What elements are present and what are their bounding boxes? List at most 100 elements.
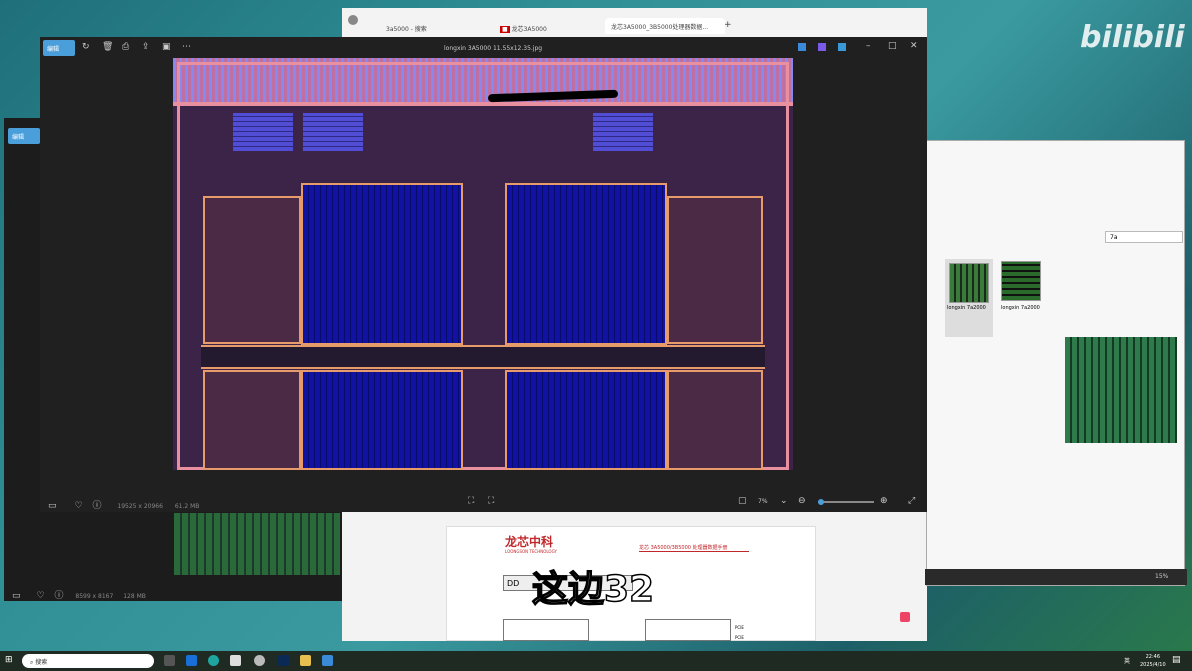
bilibili-watermark: bilibili: [1080, 20, 1185, 55]
l3-cache-block: [301, 370, 463, 470]
back-image: [174, 513, 340, 575]
info-icon[interactable]: ⓘ: [92, 498, 101, 511]
tab-pdf-active[interactable]: 龙芯3A5000_3B5000处理器数据...: [605, 18, 725, 34]
pcie-label: PCIE: [735, 625, 744, 630]
print-icon[interactable]: ⎙: [122, 42, 129, 52]
minimize-icon[interactable]: –: [866, 41, 871, 51]
file-item[interactable]: longxin 7a2000: [999, 259, 1047, 337]
video-subtitle: 这边32: [531, 568, 655, 611]
start-icon[interactable]: ⊞: [5, 655, 13, 665]
file-size: 128 MB: [123, 593, 146, 600]
new-tab-button[interactable]: +: [724, 20, 732, 30]
slideshow-icon[interactable]: ▣: [162, 42, 171, 52]
zoom-slider-thumb[interactable]: [818, 499, 824, 505]
preview-image: [1065, 337, 1177, 443]
core-left-top: [203, 196, 301, 344]
edit-label: 编辑: [47, 46, 60, 53]
search-placeholder: 搜索: [35, 659, 48, 666]
app-icon[interactable]: [798, 43, 806, 51]
file-item-selected[interactable]: longxin 7a2000: [945, 259, 993, 337]
l3-cache-block: [505, 370, 667, 470]
cache-block: [303, 113, 363, 151]
zoom-value[interactable]: 7%: [758, 498, 768, 505]
zoom-in-icon[interactable]: ⊕: [880, 496, 888, 506]
notification-icon[interactable]: ▤: [1172, 655, 1181, 665]
pcie-label: PCIE: [735, 635, 744, 640]
profile-icon[interactable]: [348, 15, 358, 25]
search-box[interactable]: 7a: [1105, 231, 1183, 243]
file-thumbnail: [1001, 261, 1041, 301]
l3-cache-block: [505, 183, 667, 345]
core-left-bottom: [203, 370, 301, 470]
app-icon[interactable]: [838, 43, 846, 51]
center-bus: [201, 345, 765, 369]
chip-die-image: [173, 58, 793, 470]
edit-label: 编辑: [12, 134, 25, 141]
close-icon[interactable]: ✕: [910, 41, 918, 51]
filmstrip-icon[interactable]: ▭: [48, 501, 57, 511]
tab-label: 3a5000 - 搜索: [386, 26, 427, 33]
actual-size-icon[interactable]: ⛶: [488, 496, 494, 506]
file-size: 61.2 MB: [174, 503, 200, 510]
store-icon[interactable]: [230, 655, 241, 666]
window-title: longxin 3A5000 11.55x12.35.jpg: [444, 45, 543, 52]
file-thumbnail: [949, 263, 989, 303]
loongson-logo: 龙芯中科: [505, 535, 554, 549]
explorer-zoom-bar: 15%: [925, 569, 1187, 585]
taskbar: ⊞ ⌕ 搜索 英 22:46 2025/4/10 ▤: [0, 651, 1192, 671]
filmstrip-icon[interactable]: ▭: [12, 591, 21, 601]
clock[interactable]: 22:46 2025/4/10: [1140, 653, 1166, 669]
outlook-icon[interactable]: [186, 655, 197, 666]
tab-label: 龙芯3A5000: [511, 26, 547, 33]
cache-block: [593, 113, 653, 151]
rotate-icon[interactable]: ↻: [82, 42, 90, 52]
app-icon[interactable]: [818, 43, 826, 51]
tab-search[interactable]: 3a5000 - 搜索: [380, 20, 500, 36]
tab-label: 龙芯3A5000_3B5000处理器数据...: [611, 24, 709, 31]
status-bar: ▭ ♡ ⓘ 19525 x 20966 61.2 MB ⛶ ⛶ ▢ 7% ⌄ ⊖…: [40, 492, 927, 512]
fit-icon[interactable]: ⛶: [468, 496, 474, 506]
loongson-logo-en: LOONGSON TECHNOLOGY: [505, 549, 557, 554]
file-explorer-window: 7a longxin 7a2000 longxin 7a2000 15%: [925, 140, 1187, 586]
taskbar-search[interactable]: ⌕ 搜索: [22, 654, 154, 668]
photos-icon[interactable]: [322, 655, 333, 666]
cache-block: [233, 113, 293, 151]
pdf-icon[interactable]: [900, 612, 910, 622]
settings-icon[interactable]: [254, 655, 265, 666]
fit-window-icon[interactable]: ▢: [738, 496, 747, 506]
image-dimensions: 8599 x 8167: [75, 593, 114, 600]
l3-cache-block: [301, 183, 463, 345]
chevron-down-icon[interactable]: ⌄: [780, 496, 788, 506]
share-icon[interactable]: ⇪: [142, 42, 150, 52]
photoshop-icon[interactable]: [278, 655, 289, 666]
more-icon[interactable]: ⋯: [182, 42, 191, 52]
back-edit-button[interactable]: 编辑: [8, 128, 40, 144]
fullscreen-icon[interactable]: ⤢: [908, 496, 915, 506]
core-right-top: [667, 196, 763, 344]
edge-icon[interactable]: [208, 655, 219, 666]
pdf-box-3: [645, 619, 731, 641]
maximize-icon[interactable]: □: [888, 41, 897, 51]
tab-loongson[interactable]: ■ 龙芯3A5000: [494, 20, 604, 36]
time: 22:46: [1145, 654, 1161, 660]
pdf-box-2: [503, 619, 589, 641]
file-label: longxin 7a2000: [947, 305, 986, 311]
core-right-bottom: [667, 370, 763, 470]
ime-indicator[interactable]: 英: [1124, 656, 1130, 665]
search-value: 7a: [1110, 234, 1118, 241]
zoom-slider[interactable]: [818, 499, 874, 505]
heart-icon[interactable]: ♡: [74, 501, 82, 511]
zoom-out-icon[interactable]: ⊖: [798, 496, 806, 506]
tab-favicon: ■: [500, 26, 510, 33]
delete-icon[interactable]: 🗑: [102, 42, 113, 52]
file-explorer-icon[interactable]: [300, 655, 311, 666]
heart-icon[interactable]: ♡: [36, 591, 44, 601]
pdf-header: 龙芯 3A5000/3B5000 处理器数据手册: [639, 544, 749, 552]
edit-button[interactable]: 编辑: [43, 40, 75, 56]
back-status-bar: ▭ ♡ ⓘ 8599 x 8167 128 MB: [4, 584, 344, 601]
task-view-icon[interactable]: [164, 655, 175, 666]
date: 2025/4/10: [1140, 662, 1166, 668]
info-icon[interactable]: ⓘ: [54, 588, 63, 601]
image-dimensions: 19525 x 20966: [117, 503, 163, 510]
file-label: longxin 7a2000: [1001, 305, 1040, 311]
